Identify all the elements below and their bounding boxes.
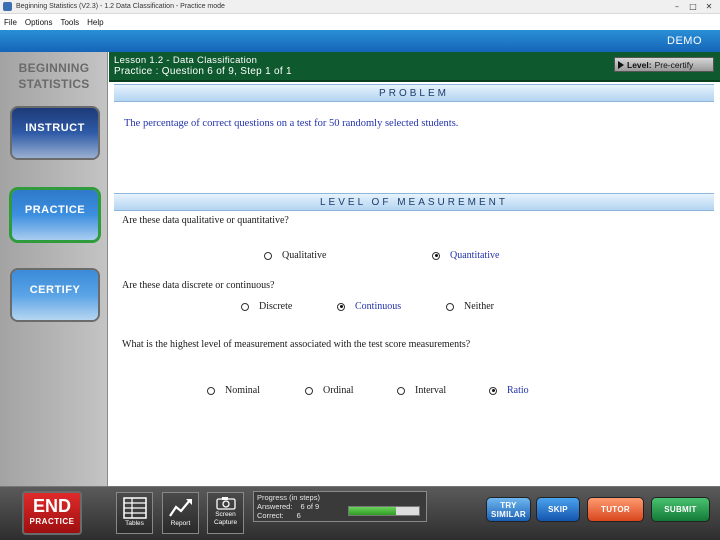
close-icon[interactable]: ✕	[702, 2, 716, 12]
radio-button[interactable]	[397, 386, 405, 395]
option-nominal[interactable]: Nominal	[207, 385, 260, 396]
window-title: Beginning Statistics (V2.3) - 1.2 Data C…	[16, 3, 225, 10]
brand-title: BEGINNING STATISTICS	[0, 60, 108, 92]
option-label: Qualitative	[282, 250, 327, 261]
window-controls: – □ ✕	[670, 0, 716, 14]
option-continuous[interactable]: Continuous	[337, 301, 401, 312]
demo-label: DEMO	[667, 35, 702, 47]
option-label: Quantitative	[450, 250, 500, 261]
option-qualitative[interactable]: Qualitative	[264, 250, 326, 261]
screen-capture-button[interactable]: Screen Capture	[207, 492, 244, 534]
question-2-text: Are these data discrete or continuous?	[122, 280, 275, 291]
answered-label: Answered:	[257, 502, 293, 511]
menu-file[interactable]: File	[4, 18, 17, 27]
radio-button[interactable]	[432, 251, 440, 260]
menu-help[interactable]: Help	[87, 18, 103, 27]
progress-bar	[348, 506, 420, 516]
brand-line-2: STATISTICS	[18, 77, 90, 91]
maximize-icon[interactable]: □	[686, 2, 700, 12]
capture-label-1: Screen	[215, 511, 236, 518]
question-1-text: Are these data qualitative or quantitati…	[122, 215, 289, 226]
play-triangle-icon	[618, 60, 624, 69]
main-content: PROBLEM The percentage of correct questi…	[109, 84, 720, 486]
practice-button[interactable]: PRACTICE	[12, 190, 98, 240]
table-icon	[122, 497, 147, 519]
lesson-header: Lesson 1.2 - Data Classification Practic…	[109, 52, 720, 82]
capture-label-2: Capture	[213, 519, 238, 526]
question-3-text: What is the highest level of measurement…	[122, 339, 471, 350]
try-similar-button[interactable]: TRY SIMILAR	[486, 497, 531, 522]
answered-value: 6 of 9	[300, 502, 320, 511]
tables-label: Tables	[125, 520, 144, 527]
level-value: Pre-certify	[654, 59, 694, 70]
option-neither[interactable]: Neither	[446, 301, 494, 312]
radio-button[interactable]	[489, 386, 497, 395]
app-icon	[3, 2, 12, 11]
problem-heading: PROBLEM	[114, 84, 714, 102]
try-label-2: SIMILAR	[491, 510, 526, 519]
option-label: Continuous	[355, 301, 402, 312]
level-indicator: Level: Pre-certify	[614, 57, 714, 72]
option-label: Neither	[464, 301, 494, 312]
end-label: END	[32, 496, 71, 516]
brand-line-1: BEGINNING	[18, 61, 90, 75]
radio-button[interactable]	[241, 302, 249, 311]
minimize-icon[interactable]: –	[670, 2, 684, 12]
lesson-subtitle: Practice : Question 6 of 9, Step 1 of 1	[114, 66, 292, 77]
submit-button[interactable]: SUBMIT	[651, 497, 710, 522]
sidebar: BEGINNING STATISTICS INSTRUCT PRACTICE C…	[0, 52, 108, 486]
level-label: Level:	[627, 59, 652, 70]
camera-icon	[215, 497, 236, 510]
option-label: Ratio	[507, 385, 529, 396]
correct-value: 6	[296, 511, 301, 520]
measurement-heading: LEVEL OF MEASUREMENT	[114, 193, 714, 211]
option-quantitative[interactable]: Quantitative	[432, 250, 499, 261]
menu-tools[interactable]: Tools	[60, 18, 79, 27]
bottom-toolbar: END PRACTICE Tables Report Screen Captur…	[0, 486, 720, 540]
trend-chart-icon	[168, 499, 192, 517]
lesson-title: Lesson 1.2 - Data Classification	[114, 55, 258, 66]
progress-panel: Progress (in steps) Answered: 6 of 9 Corr…	[253, 491, 427, 522]
instruct-button[interactable]: INSTRUCT	[12, 108, 98, 158]
try-label-1: TRY	[500, 501, 517, 510]
end-sub-label: PRACTICE	[29, 517, 75, 526]
app-header: DEMO	[0, 30, 720, 52]
radio-button[interactable]	[305, 386, 313, 395]
problem-text: The percentage of correct questions on a…	[124, 118, 459, 129]
option-ordinal[interactable]: Ordinal	[305, 385, 354, 396]
option-label: Nominal	[225, 385, 260, 396]
window-title-bar: Beginning Statistics (V2.3) - 1.2 Data C…	[0, 0, 720, 14]
option-label: Interval	[415, 385, 447, 396]
option-ratio[interactable]: Ratio	[489, 385, 529, 396]
option-label: Discrete	[259, 301, 293, 312]
radio-button[interactable]	[337, 302, 345, 311]
option-discrete[interactable]: Discrete	[241, 301, 292, 312]
tables-button[interactable]: Tables	[116, 492, 153, 534]
tutor-button[interactable]: TUTOR	[587, 497, 644, 522]
skip-button[interactable]: SKIP	[536, 497, 580, 522]
progress-bar-fill	[349, 507, 396, 515]
option-label: Ordinal	[323, 385, 354, 396]
radio-button[interactable]	[446, 302, 454, 311]
option-interval[interactable]: Interval	[397, 385, 446, 396]
radio-button[interactable]	[207, 386, 215, 395]
radio-button[interactable]	[264, 251, 272, 260]
progress-title: Progress (in steps)	[257, 493, 320, 502]
certify-button[interactable]: CERTIFY	[12, 270, 98, 320]
report-button[interactable]: Report	[162, 492, 199, 534]
correct-label: Correct:	[257, 511, 284, 520]
menu-options[interactable]: Options	[25, 18, 53, 27]
menu-bar: File Options Tools Help	[0, 14, 720, 30]
end-practice-button[interactable]: END PRACTICE	[22, 491, 82, 535]
report-label: Report	[170, 520, 191, 527]
